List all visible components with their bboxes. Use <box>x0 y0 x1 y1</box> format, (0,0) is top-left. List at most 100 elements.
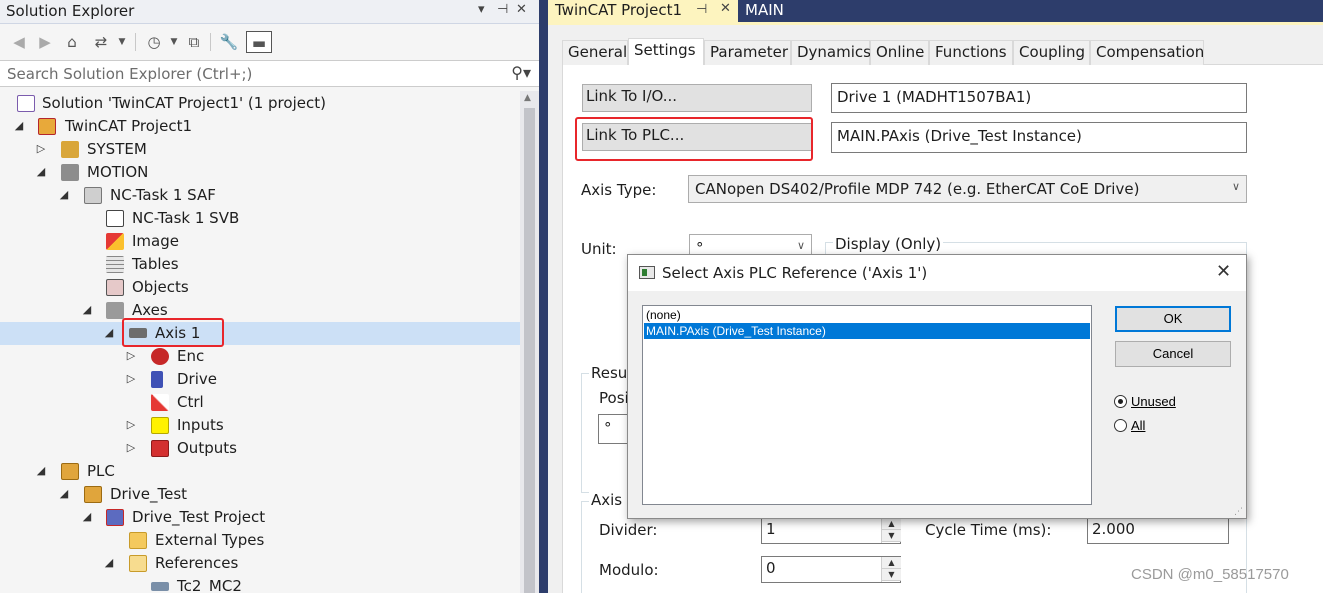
expanded-arrow-icon[interactable]: ◢ <box>34 463 48 479</box>
select-axis-plc-reference-dialog: Select Axis PLC Reference ('Axis 1') ✕ (… <box>627 254 1247 519</box>
tree-item-external-types[interactable]: External Types <box>0 529 520 552</box>
highlight-box-axis-1 <box>122 318 224 347</box>
expanded-arrow-icon[interactable]: ◢ <box>57 187 71 203</box>
tab-online[interactable]: Online <box>870 40 929 65</box>
tree-item-plc[interactable]: ◢ PLC <box>0 460 520 483</box>
forward-icon[interactable]: ▶ <box>34 31 56 53</box>
search-input[interactable]: Search Solution Explorer (Ctrl+;) <box>7 65 252 83</box>
tree-item-image[interactable]: Image <box>0 230 520 253</box>
collapsed-arrow-icon[interactable]: ▷ <box>34 141 48 157</box>
tree-item-project[interactable]: ◢ TwinCAT Project1 <box>0 115 520 138</box>
tree-item-label: NC-Task 1 SAF <box>110 186 216 204</box>
spin-down-icon[interactable]: ▼ <box>882 530 901 542</box>
collapsed-arrow-icon[interactable]: ▷ <box>124 348 138 364</box>
expanded-arrow-icon[interactable]: ◢ <box>102 555 116 571</box>
tree-item-nc-task-svb[interactable]: NC-Task 1 SVB <box>0 207 520 230</box>
tab-general[interactable]: General <box>562 40 628 65</box>
plc-reference-list[interactable]: (none) MAIN.PAxis (Drive_Test Instance) <box>642 305 1092 505</box>
expanded-arrow-icon[interactable]: ◢ <box>80 509 94 525</box>
tab-compensation[interactable]: Compensation <box>1090 40 1204 65</box>
solution-explorer-titlebar: Solution Explorer ▾ ⊣ ✕ <box>0 0 539 24</box>
expanded-arrow-icon[interactable]: ◢ <box>102 325 116 341</box>
chevron-down-icon[interactable]: ▼ <box>111 31 133 53</box>
pin-icon[interactable]: ⊣ <box>497 2 508 17</box>
tab-dynamics[interactable]: Dynamics <box>791 40 871 65</box>
home-icon[interactable]: ⌂ <box>61 31 83 53</box>
spin-up-icon[interactable]: ▲ <box>882 518 901 530</box>
collapse-icon[interactable]: ⧉ <box>183 31 205 53</box>
ok-button[interactable]: OK <box>1115 306 1231 332</box>
close-icon[interactable]: ✕ <box>1216 261 1231 282</box>
expanded-arrow-icon[interactable]: ◢ <box>12 118 26 134</box>
tree-item-objects[interactable]: Objects <box>0 276 520 299</box>
tree-item-system[interactable]: ▷ SYSTEM <box>0 138 520 161</box>
modulo-field[interactable]: 0 <box>761 556 901 583</box>
unit-label: Unit: <box>581 240 617 258</box>
panel-splitter[interactable] <box>539 0 548 593</box>
properties-icon[interactable]: 🔧 <box>218 31 240 53</box>
divider-spinner[interactable]: ▲ ▼ <box>881 518 901 543</box>
close-icon[interactable]: ✕ <box>516 2 527 17</box>
tree-item-axes[interactable]: ◢ Axes <box>0 299 520 322</box>
scrollbar-thumb[interactable] <box>524 108 535 593</box>
chevron-down-icon: ∨ <box>796 239 805 252</box>
tab-twincat-project1[interactable]: TwinCAT Project1 ⊣ ✕ <box>548 0 738 22</box>
expanded-arrow-icon[interactable]: ◢ <box>80 302 94 318</box>
tree-item-axis-1[interactable]: ◢ Axis 1 <box>0 322 520 345</box>
link-to-io-button[interactable]: Link To I/O... <box>582 84 812 112</box>
tree-item-ctrl[interactable]: Ctrl <box>0 391 520 414</box>
tree-item-references[interactable]: ◢ References <box>0 552 520 575</box>
close-icon[interactable]: ✕ <box>720 1 731 16</box>
tree-item-motion[interactable]: ◢ MOTION <box>0 161 520 184</box>
back-icon[interactable]: ◀ <box>8 31 30 53</box>
tab-main[interactable]: MAIN <box>738 0 791 22</box>
tree-item-inputs[interactable]: ▷ Inputs <box>0 414 520 437</box>
spin-up-icon[interactable]: ▲ <box>882 557 901 569</box>
tree-item-enc[interactable]: ▷ Enc <box>0 345 520 368</box>
resize-grip-icon[interactable]: ⋰ <box>1234 507 1243 517</box>
sync-icon[interactable]: ⇄ <box>90 31 112 53</box>
modulo-label: Modulo: <box>599 561 659 579</box>
modulo-spinner[interactable]: ▲ ▼ <box>881 557 901 582</box>
tree-item-outputs[interactable]: ▷ Outputs <box>0 437 520 460</box>
tree-item-tc2-mc2[interactable]: Tc2_MC2 <box>0 575 520 593</box>
radio-all[interactable]: All <box>1114 418 1145 433</box>
collapsed-arrow-icon[interactable]: ▷ <box>124 371 138 387</box>
list-item-none[interactable]: (none) <box>644 307 1090 323</box>
divider-field[interactable]: 1 <box>761 517 901 544</box>
outputs-icon <box>151 440 169 457</box>
spin-down-icon[interactable]: ▼ <box>882 569 901 581</box>
radio-unused[interactable]: Unused <box>1114 394 1176 409</box>
tab-parameter[interactable]: Parameter <box>704 40 791 65</box>
radio-unused-label: Unused <box>1131 394 1176 409</box>
scroll-up-icon[interactable]: ▲ <box>524 93 531 103</box>
tab-coupling[interactable]: Coupling <box>1013 40 1090 65</box>
tree-item-drive-test-project[interactable]: ◢ Drive_Test Project <box>0 506 520 529</box>
collapsed-arrow-icon[interactable]: ▷ <box>124 417 138 433</box>
tree-item-drive-test[interactable]: ◢ Drive_Test <box>0 483 520 506</box>
history-icon[interactable]: ◷ <box>143 31 165 53</box>
motion-icon <box>61 164 79 181</box>
dropdown-icon[interactable]: ▾ <box>478 2 485 17</box>
tree-scrollbar[interactable]: ▲ <box>520 91 539 593</box>
expanded-arrow-icon[interactable]: ◢ <box>57 486 71 502</box>
pin-icon[interactable]: ⊣ <box>696 2 707 17</box>
tree-item-solution[interactable]: Solution 'TwinCAT Project1' (1 project) <box>0 92 520 115</box>
tree-item-drive[interactable]: ▷ Drive <box>0 368 520 391</box>
cancel-button[interactable]: Cancel <box>1115 341 1231 367</box>
chevron-down-icon[interactable]: ▼ <box>163 31 185 53</box>
folder-open-icon <box>129 555 147 572</box>
tree-item-nc-task-saf[interactable]: ◢ NC-Task 1 SAF <box>0 184 520 207</box>
expanded-arrow-icon[interactable]: ◢ <box>34 164 48 180</box>
preview-icon[interactable]: ▬ <box>246 31 272 53</box>
tab-functions[interactable]: Functions <box>929 40 1013 65</box>
search-icon[interactable]: ⚲▾ <box>511 63 531 82</box>
list-item-main-paxis[interactable]: MAIN.PAxis (Drive_Test Instance) <box>644 323 1090 339</box>
tree-item-tables[interactable]: Tables <box>0 253 520 276</box>
search-bar[interactable]: Search Solution Explorer (Ctrl+;) ⚲▾ <box>0 60 539 87</box>
axis-type-select[interactable]: CANopen DS402/Profile MDP 742 (e.g. Ethe… <box>688 175 1247 203</box>
axes-icon <box>106 302 124 319</box>
tab-settings[interactable]: Settings <box>628 38 704 66</box>
tree-item-label: Image <box>132 232 179 250</box>
collapsed-arrow-icon[interactable]: ▷ <box>124 440 138 456</box>
